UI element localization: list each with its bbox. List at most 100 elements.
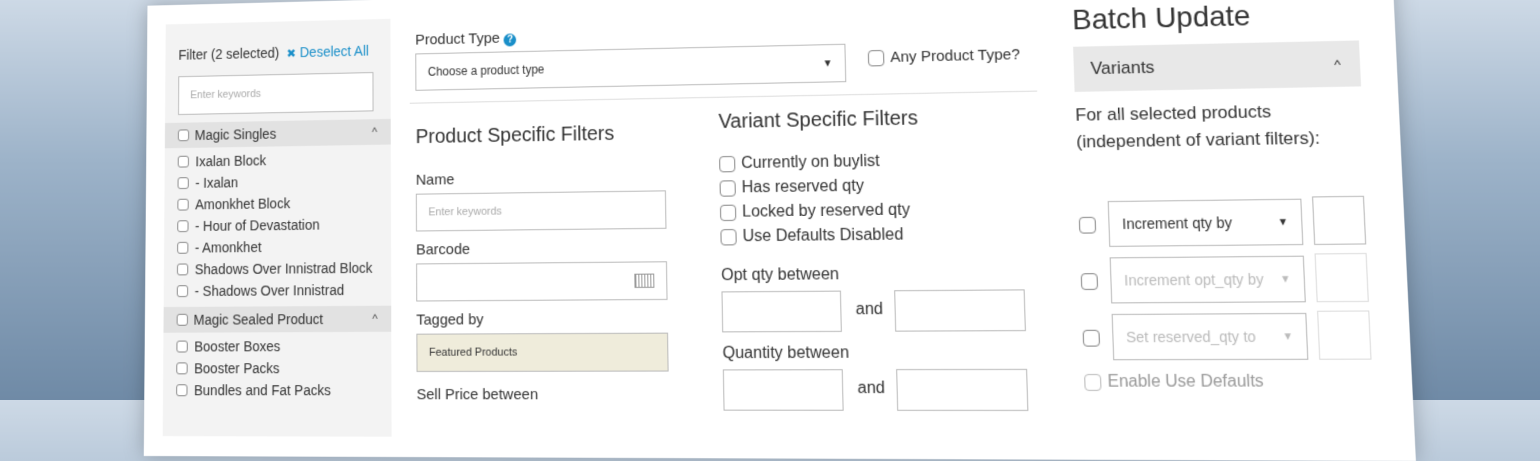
item-checkbox[interactable]: [177, 155, 189, 168]
list-item[interactable]: Booster Boxes: [176, 338, 280, 354]
item-label: Bundles and Fat Packs: [194, 382, 331, 399]
list-item[interactable]: Ixalan Block: [177, 152, 267, 170]
enable-use-defaults-checkbox[interactable]: Enable Use Defaults: [1084, 373, 1264, 392]
item-checkbox[interactable]: [176, 340, 188, 353]
list-item[interactable]: - Hour of Devastation: [177, 216, 320, 234]
check-label: Use Defaults Disabled: [742, 226, 904, 246]
caret-down-icon: ▼: [1277, 216, 1289, 228]
tagged-by-input[interactable]: Featured Products: [416, 332, 669, 372]
enable-use-defaults-label: Enable Use Defaults: [1107, 372, 1265, 391]
item-checkbox[interactable]: [176, 362, 188, 375]
chevron-up-icon[interactable]: ^: [372, 125, 377, 139]
list-item[interactable]: - Amonkhet: [177, 239, 261, 256]
select-value: Increment opt_qty by: [1123, 270, 1264, 289]
item-checkbox[interactable]: [177, 177, 189, 190]
item-checkbox[interactable]: [176, 263, 189, 276]
list-item[interactable]: Booster Packs: [176, 360, 280, 377]
product-filters-title: Product Specific Filters: [415, 122, 615, 149]
item-label: Amonkhet Block: [195, 195, 291, 213]
group-checkbox[interactable]: [176, 313, 188, 326]
opt-qty-min-input[interactable]: [721, 290, 842, 333]
barcode-label: Barcode: [416, 240, 471, 259]
item-checkbox[interactable]: [177, 198, 189, 211]
help-icon[interactable]: ?: [503, 33, 517, 47]
filter-search-input[interactable]: Enter keywords: [178, 72, 374, 116]
quantity-max-input[interactable]: [896, 368, 1029, 411]
list-item[interactable]: - Ixalan: [177, 174, 239, 191]
increment-opt-qty-checkbox[interactable]: [1080, 272, 1105, 291]
item-checkbox[interactable]: [177, 220, 189, 233]
group-magic-singles[interactable]: Magic Singles ^: [164, 118, 391, 149]
item-checkbox[interactable]: [176, 384, 188, 397]
product-type-text: Product Type: [415, 29, 500, 49]
checkbox[interactable]: [719, 155, 736, 173]
check-label: Has reserved qty: [741, 177, 865, 197]
group-magic-sealed-product[interactable]: Magic Sealed Product ^: [163, 305, 392, 333]
item-label: - Hour of Devastation: [194, 216, 320, 234]
barcode-icon[interactable]: [634, 273, 655, 288]
variants-section-header[interactable]: Variants ^: [1073, 40, 1362, 92]
item-label: - Ixalan: [195, 174, 239, 191]
increment-opt-qty-value-input[interactable]: [1314, 252, 1369, 303]
increment-qty-value-input[interactable]: [1312, 195, 1367, 245]
chevron-up-icon[interactable]: ^: [372, 312, 377, 326]
batch-update-title: Batch Update: [1071, 0, 1252, 36]
name-input[interactable]: Enter keywords: [415, 190, 667, 232]
set-reserved-qty-value-input[interactable]: [1317, 310, 1372, 360]
increment-opt-qty-select[interactable]: Increment opt_qty by ▼: [1109, 255, 1306, 304]
caret-down-icon: ▼: [1279, 273, 1292, 285]
checkbox[interactable]: [1082, 329, 1101, 347]
divider: [409, 90, 1038, 104]
variant-filters-title: Variant Specific Filters: [718, 107, 919, 134]
check-label: Currently on buylist: [741, 152, 880, 173]
item-checkbox[interactable]: [177, 241, 189, 254]
check-label: Locked by reserved qty: [741, 201, 911, 221]
check-use-defaults-disabled[interactable]: Use Defaults Disabled: [720, 226, 904, 246]
increment-qty-checkbox[interactable]: [1078, 216, 1103, 235]
item-label: Shadows Over Innistrad Block: [194, 259, 373, 278]
product-type-value: Choose a product type: [427, 62, 545, 79]
checkbox[interactable]: [719, 180, 736, 197]
chevron-up-icon[interactable]: ^: [1334, 56, 1341, 72]
check-locked-by-reserved-qty[interactable]: Locked by reserved qty: [719, 201, 911, 222]
checkbox[interactable]: [720, 229, 737, 246]
product-type-select[interactable]: Choose a product type ▼: [415, 43, 847, 91]
increment-qty-select[interactable]: Increment qty by ▼: [1107, 198, 1304, 247]
check-has-reserved-qty[interactable]: Has reserved qty: [719, 177, 865, 197]
item-checkbox[interactable]: [176, 285, 189, 298]
sell-price-label: Sell Price between: [416, 386, 539, 404]
quantity-label: Quantity between: [722, 344, 850, 363]
any-product-type-label: Any Product Type?: [890, 45, 1021, 67]
batch-description: For all selected products (independent o…: [1075, 101, 1321, 152]
checkbox[interactable]: [1080, 272, 1099, 290]
checkbox[interactable]: [719, 204, 737, 222]
deselect-all-link[interactable]: ✖ Deselect All: [287, 43, 369, 60]
item-label: - Shadows Over Innistrad: [194, 282, 345, 299]
caret-down-icon: ▼: [1282, 330, 1294, 343]
checkbox[interactable]: [1078, 216, 1097, 234]
list-item[interactable]: - Shadows Over Innistrad: [176, 282, 345, 299]
item-label: - Amonkhet: [194, 239, 262, 256]
caret-down-icon: ▼: [822, 57, 833, 69]
list-item[interactable]: Shadows Over Innistrad Block: [176, 259, 373, 278]
item-label: Ixalan Block: [195, 152, 267, 170]
quantity-min-input[interactable]: [722, 369, 844, 411]
variants-section-label: Variants: [1090, 57, 1155, 79]
barcode-input[interactable]: [416, 261, 668, 302]
opt-qty-max-input[interactable]: [894, 289, 1026, 332]
opt-qty-label: Opt qty between: [721, 265, 840, 285]
set-reserved-qty-select[interactable]: Set reserved_qty to ▼: [1111, 312, 1309, 361]
name-label: Name: [415, 171, 455, 189]
checkbox[interactable]: [867, 49, 885, 66]
check-currently-on-buylist[interactable]: Currently on buylist: [719, 153, 880, 174]
list-item[interactable]: Bundles and Fat Packs: [176, 382, 331, 398]
any-product-type-checkbox[interactable]: Any Product Type?: [867, 45, 1021, 67]
group-checkbox[interactable]: [177, 129, 190, 142]
and-label: and: [857, 379, 886, 398]
list-item[interactable]: Amonkhet Block: [177, 195, 290, 212]
checkbox[interactable]: [1084, 374, 1102, 391]
item-label: Booster Packs: [194, 360, 280, 377]
select-value: Increment qty by: [1121, 214, 1233, 233]
deselect-all-label: Deselect All: [299, 42, 369, 60]
set-reserved-qty-checkbox[interactable]: [1082, 329, 1107, 348]
